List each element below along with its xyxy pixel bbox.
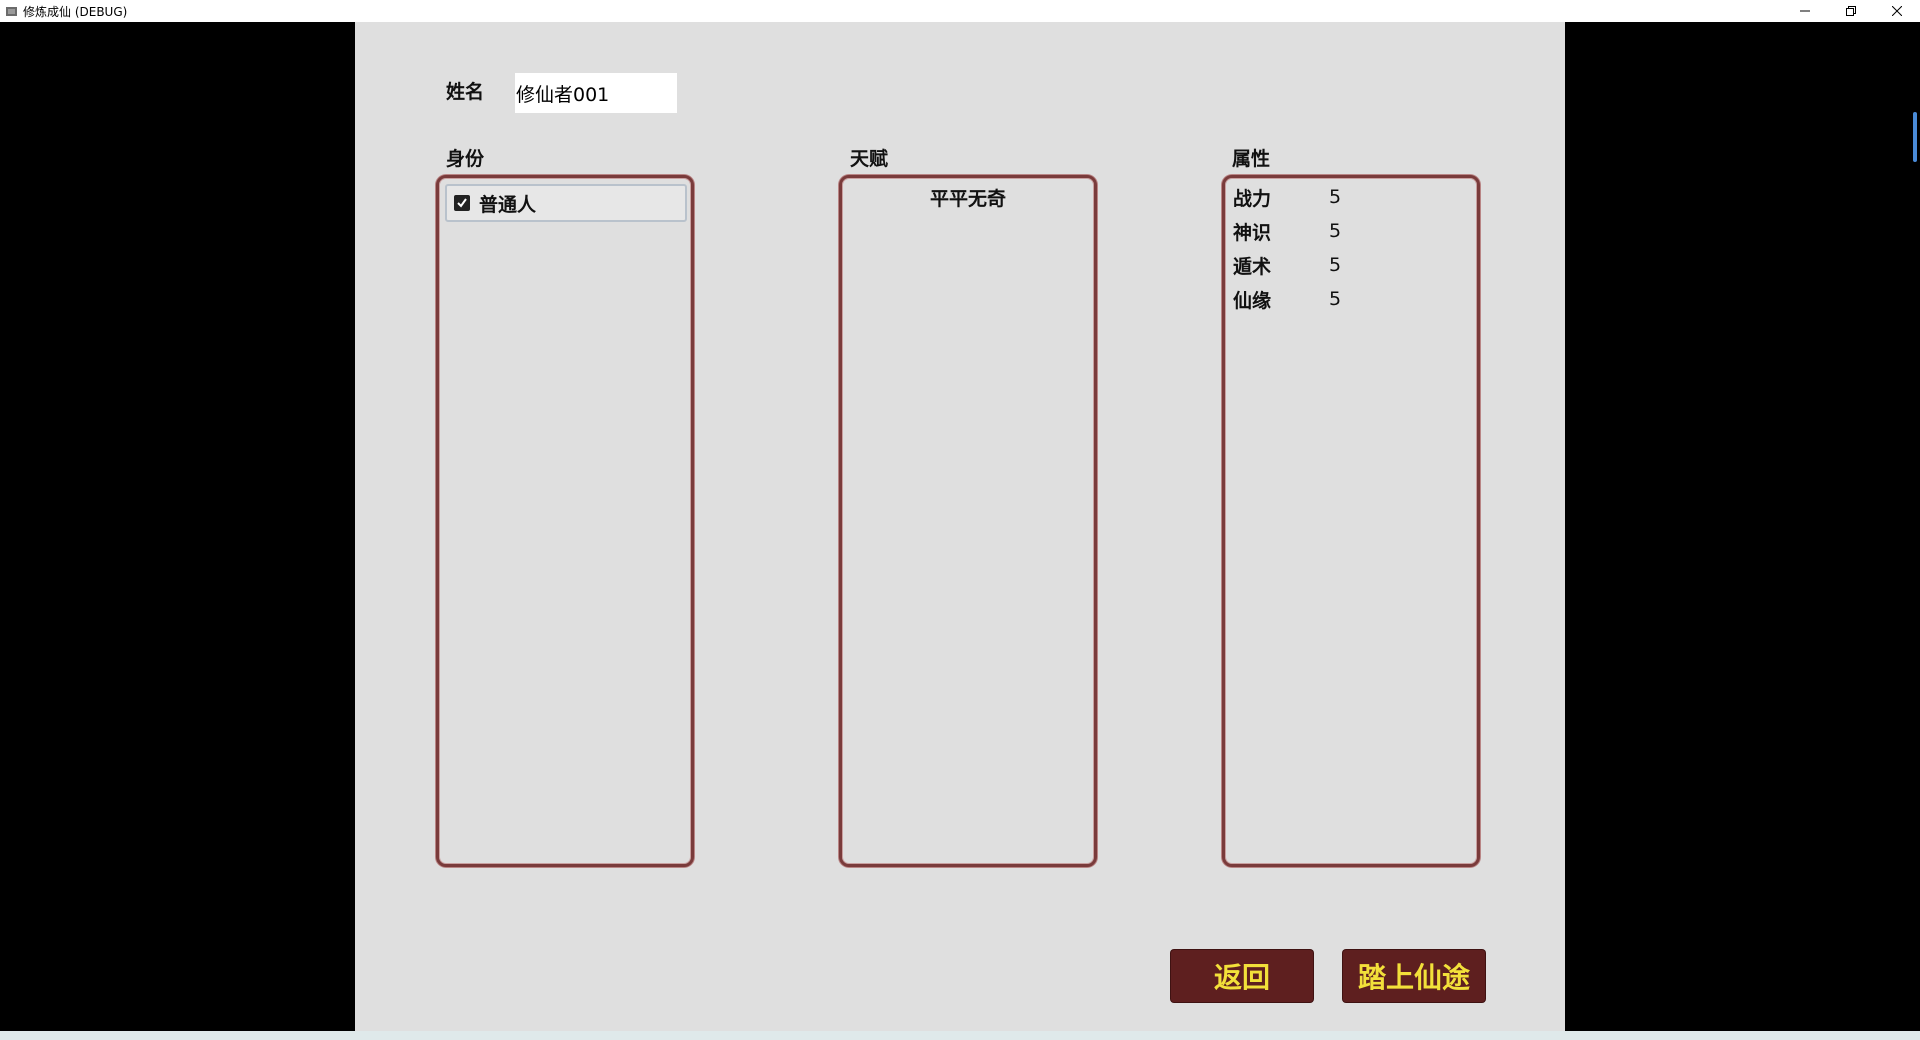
window-titlebar: 修炼成仙 (DEBUG): [0, 0, 1920, 22]
taskbar-edge: [0, 1031, 1920, 1040]
talent-list: 平平无奇: [839, 175, 1097, 867]
attribute-name: 遁术: [1233, 255, 1272, 278]
talent-item[interactable]: 平平无奇: [842, 184, 1094, 211]
app-icon: [4, 4, 18, 18]
attribute-value: 5: [1329, 288, 1342, 310]
attribute-row-escape: 遁术 5: [1233, 250, 1341, 280]
back-button[interactable]: 返回: [1171, 950, 1313, 1002]
attributes-label: 属性: [1232, 148, 1271, 170]
checkbox-checked-icon[interactable]: [454, 195, 470, 211]
attributes-list: 战力 5 神识 5 遁术 5 仙缘 5: [1222, 175, 1480, 867]
identity-list: 普通人: [436, 175, 694, 867]
identity-item-label: 普通人: [479, 193, 537, 216]
window-title: 修炼成仙 (DEBUG): [23, 4, 128, 19]
attribute-value: 5: [1329, 220, 1342, 242]
restore-icon: [1846, 6, 1856, 16]
close-icon: [1892, 6, 1902, 16]
identity-label: 身份: [446, 148, 485, 170]
close-button[interactable]: [1874, 0, 1920, 22]
attribute-name: 神识: [1233, 221, 1272, 244]
scrollbar-thumb[interactable]: [1913, 112, 1917, 162]
talent-label: 天赋: [850, 148, 889, 170]
restore-button[interactable]: [1828, 0, 1874, 22]
attribute-name: 仙缘: [1233, 289, 1272, 312]
attribute-name: 战力: [1233, 187, 1272, 210]
attribute-row-fortune: 仙缘 5: [1233, 284, 1341, 314]
start-journey-button[interactable]: 踏上仙途: [1343, 950, 1485, 1002]
attribute-value: 5: [1329, 186, 1342, 208]
attribute-row-spirit: 神识 5: [1233, 216, 1341, 246]
name-label: 姓名: [446, 81, 485, 103]
name-input[interactable]: [515, 73, 677, 113]
attribute-row-power: 战力 5: [1233, 182, 1341, 212]
minimize-button[interactable]: [1782, 0, 1828, 22]
window-controls: [1782, 0, 1920, 22]
identity-item-commoner[interactable]: 普通人: [445, 184, 687, 222]
attribute-value: 5: [1329, 254, 1342, 276]
minimize-icon: [1800, 10, 1810, 12]
